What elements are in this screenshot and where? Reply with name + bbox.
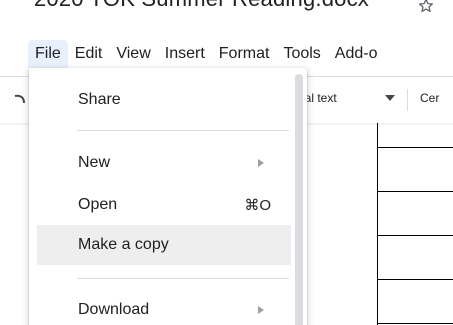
menu-format[interactable]: Format <box>212 40 277 68</box>
undo-icon[interactable] <box>12 89 26 107</box>
file-menu-new[interactable]: New <box>29 143 291 183</box>
menu-tools[interactable]: Tools <box>276 40 327 68</box>
file-menu-open[interactable]: Open ⌘O <box>29 185 291 225</box>
menu-item-label: Make a copy <box>78 236 169 253</box>
document-title[interactable]: 2020 TOK Summer Reading.docx <box>34 0 369 12</box>
menu-bar: File Edit View Insert Format Tools Add-o <box>28 40 385 68</box>
menu-item-label: Download <box>78 301 150 318</box>
table-border <box>377 123 378 325</box>
menu-insert[interactable]: Insert <box>158 40 212 68</box>
menu-scrollbar[interactable] <box>295 74 303 325</box>
dropdown-caret-icon[interactable] <box>385 95 395 101</box>
star-outline-icon[interactable] <box>418 0 434 14</box>
menu-edit[interactable]: Edit <box>68 40 110 68</box>
submenu-arrow-icon <box>258 306 264 314</box>
file-menu-dropdown: Share New Open ⌘O Make a copy Download <box>29 68 307 325</box>
submenu-arrow-icon <box>258 159 264 167</box>
file-menu-make-a-copy[interactable]: Make a copy <box>37 225 291 265</box>
file-menu-download[interactable]: Download <box>29 290 291 325</box>
table-row-border <box>377 147 453 148</box>
table-row-border <box>377 235 453 236</box>
keyboard-shortcut: ⌘O <box>244 197 271 214</box>
menu-file[interactable]: File <box>28 40 68 68</box>
menu-view[interactable]: View <box>109 40 157 68</box>
toolbar-divider <box>407 89 408 111</box>
table-row-border <box>377 191 453 192</box>
table-row-border <box>377 279 453 280</box>
menu-item-label: New <box>78 154 111 171</box>
docs-window: 2020 TOK Summer Reading.docx File Edit V… <box>0 0 453 325</box>
menu-separator <box>77 130 289 131</box>
table-row-border <box>377 323 453 324</box>
font-family-select[interactable]: Cer <box>420 91 439 105</box>
menu-item-label: Open <box>78 196 118 213</box>
menu-separator <box>77 278 289 279</box>
menu-addons[interactable]: Add-o <box>328 40 385 68</box>
file-menu-share[interactable]: Share <box>29 80 291 120</box>
menu-item-label: Share <box>78 91 121 108</box>
